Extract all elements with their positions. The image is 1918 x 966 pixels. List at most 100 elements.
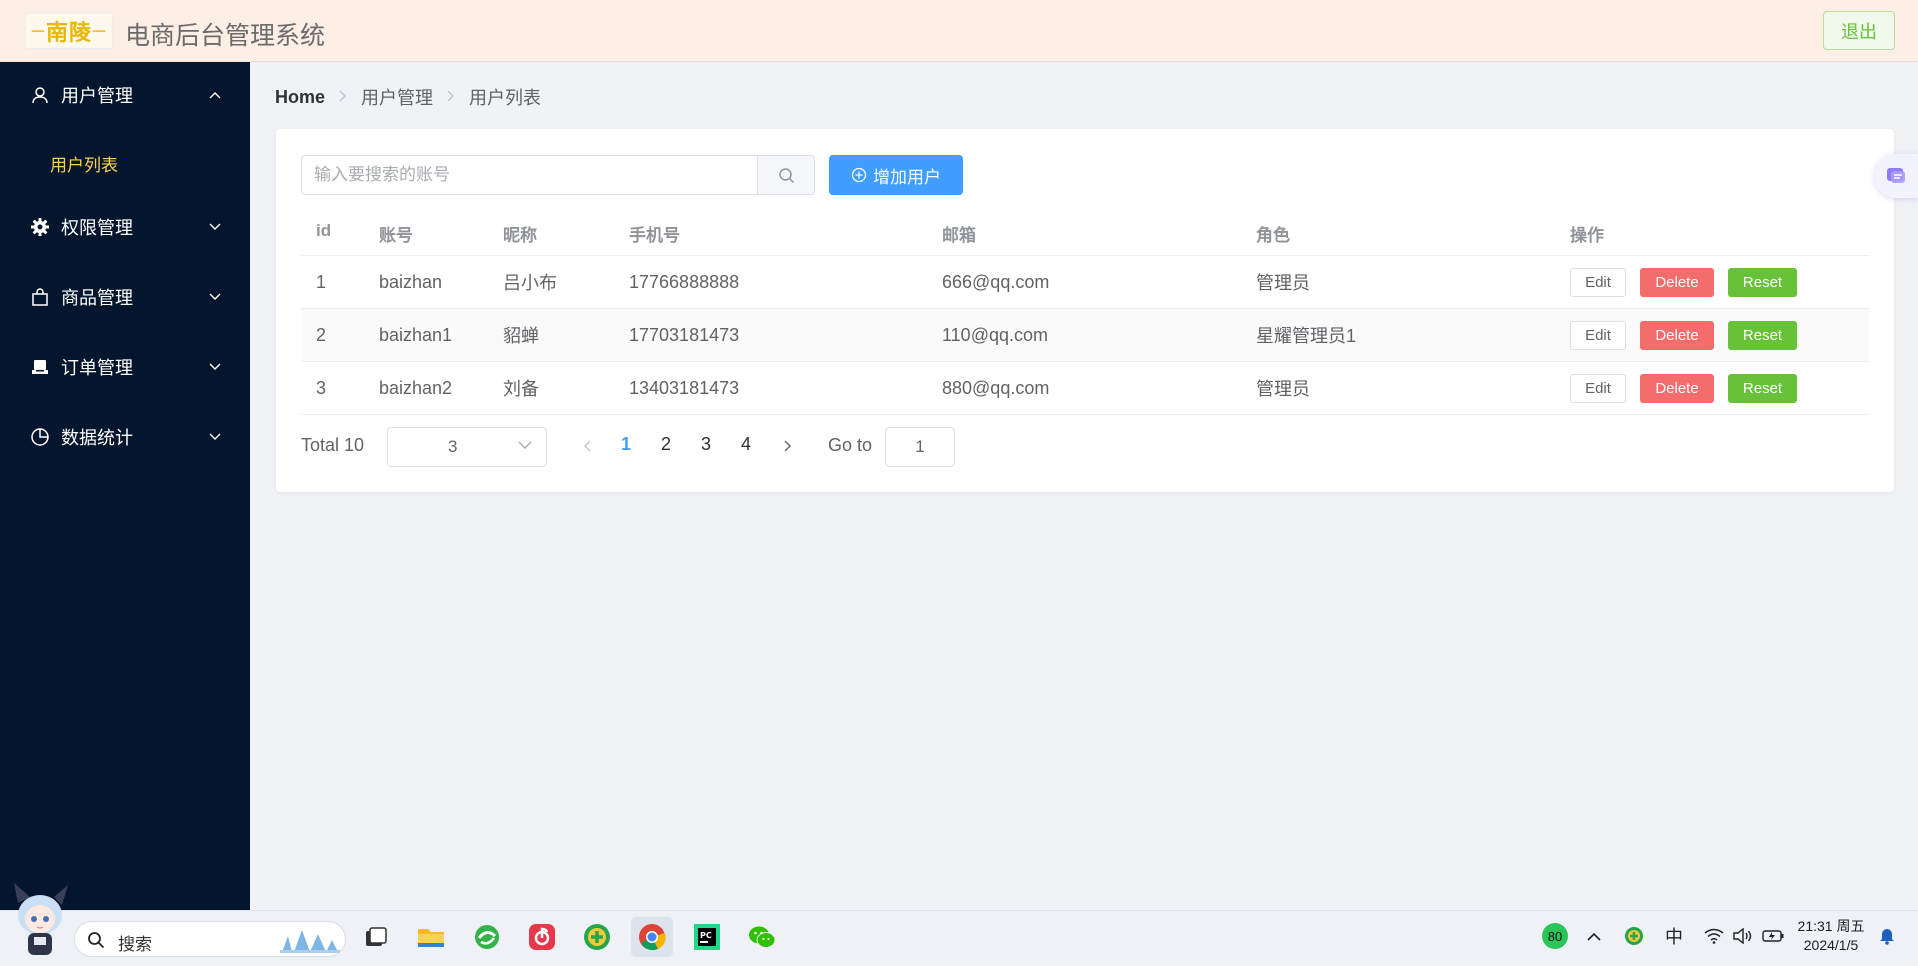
column-header-role: 角色 (1256, 226, 1290, 245)
goto-page-input[interactable] (885, 427, 955, 467)
cell-id: 3 (316, 377, 327, 398)
delete-button[interactable]: Delete (1640, 321, 1714, 350)
sidebar-menu-label: 订单管理 (61, 358, 133, 378)
column-header-nickname: 昵称 (503, 226, 537, 245)
show-hidden-icons-button[interactable] (1585, 921, 1603, 951)
breadcrumb-user-list: 用户列表 (469, 88, 542, 108)
table-divider (301, 414, 1869, 415)
order-icon (30, 357, 50, 377)
sidebar-menu-user-management[interactable]: 用户管理 (0, 62, 250, 128)
cell-email: 110@qq.com (942, 324, 1048, 345)
cell-id: 2 (316, 324, 327, 345)
cell-nickname: 刘备 (503, 379, 539, 399)
logo: — 南陵 — (25, 13, 113, 49)
browser-360-app-icon[interactable] (466, 917, 508, 957)
sidebar-menu-data-statistics[interactable]: 数据统计 (0, 404, 250, 470)
add-user-button[interactable]: 增加用户 (829, 155, 963, 195)
cell-account: baizhan (379, 271, 443, 292)
chevron-up-icon (1587, 932, 1601, 941)
page-4[interactable]: 4 (732, 434, 760, 455)
delete-button[interactable]: Delete (1640, 268, 1714, 297)
table-row: 3 baizhan2 刘备 13403181473 880@qq.com 管理员… (301, 362, 1869, 414)
search-icon (778, 167, 795, 184)
ime-indicator[interactable]: 中 (1662, 921, 1686, 951)
sidebar-item-user-list[interactable]: 用户列表 (0, 130, 250, 196)
cell-phone: 13403181473 (629, 377, 740, 398)
cell-phone: 17703181473 (629, 324, 740, 345)
breadcrumb: Home 用户管理 用户列表 (275, 84, 541, 110)
sidebar-item-label: 用户列表 (50, 155, 118, 175)
chat-icon (1884, 164, 1908, 188)
column-header-actions: 操作 (1570, 226, 1604, 245)
taskbar-search-box[interactable]: 搜索 (74, 921, 346, 957)
add-user-label: 增加用户 (873, 167, 941, 187)
sidebar-menu-label: 用户管理 (61, 86, 133, 106)
notification-bell-icon[interactable] (1876, 921, 1898, 951)
chevron-up-icon (209, 89, 221, 101)
chevron-down-icon (518, 441, 532, 450)
table-row: 2 baizhan1 貂蝉 17703181473 110@qq.com 星耀管… (301, 309, 1869, 361)
edit-button[interactable]: Edit (1570, 321, 1626, 350)
taskbar-clock[interactable]: 21:31 周五 2024/1/5 (1796, 917, 1866, 955)
delete-button[interactable]: Delete (1640, 374, 1714, 403)
page-3[interactable]: 3 (692, 434, 720, 455)
shopping-bag-icon (30, 287, 50, 307)
page-size-select[interactable]: 3 (387, 427, 547, 467)
sidebar: 用户管理 用户列表 权限管理 商品管理 订单管理 数据统计 (0, 62, 250, 910)
next-page-button[interactable] (780, 437, 796, 455)
battery-icon[interactable] (1760, 921, 1786, 951)
taskbar-search-label: 搜索 (118, 935, 152, 954)
mascot-sticker (10, 881, 70, 961)
cell-nickname: 貂蝉 (503, 326, 539, 346)
search-input[interactable] (301, 155, 759, 195)
cell-role: 管理员 (1256, 273, 1310, 293)
windows-taskbar: 搜索 PC 80 中 21:31 周五 2024/1/5 (0, 883, 1918, 960)
file-explorer-app-icon[interactable] (410, 917, 452, 957)
sidebar-menu-permission-management[interactable]: 权限管理 (0, 194, 250, 260)
search-button[interactable] (757, 155, 815, 195)
chevron-down-icon (209, 361, 221, 373)
sidebar-menu-product-management[interactable]: 商品管理 (0, 264, 250, 330)
clock-date: 2024/1/5 (1803, 937, 1859, 953)
page-size-value: 3 (448, 437, 458, 456)
reset-button[interactable]: Reset (1728, 374, 1797, 403)
breadcrumb-home[interactable]: Home (275, 87, 325, 108)
column-header-account: 账号 (379, 226, 413, 245)
plus-tray-icon[interactable] (1622, 921, 1646, 951)
chrome-app-icon[interactable] (631, 917, 673, 957)
page-2[interactable]: 2 (652, 434, 680, 455)
search-icon (87, 931, 105, 949)
pie-chart-icon (30, 427, 50, 447)
breadcrumb-separator-icon (339, 89, 347, 105)
column-header-phone: 手机号 (629, 226, 680, 245)
cell-phone: 17766888888 (629, 271, 740, 292)
pycharm-app-icon[interactable]: PC (686, 917, 728, 957)
reset-button[interactable]: Reset (1728, 321, 1797, 350)
cell-role: 管理员 (1256, 379, 1310, 399)
volume-icon[interactable] (1731, 921, 1755, 951)
prev-page-button[interactable] (579, 437, 595, 455)
edit-button[interactable]: Edit (1570, 268, 1626, 297)
netease-music-app-icon[interactable] (521, 917, 563, 957)
edit-button[interactable]: Edit (1570, 374, 1626, 403)
sidebar-menu-order-management[interactable]: 订单管理 (0, 334, 250, 400)
plus-app-icon[interactable] (576, 917, 618, 957)
security-badge[interactable]: 80 (1541, 921, 1569, 951)
floating-assistant-button[interactable] (1874, 154, 1918, 198)
wechat-app-icon[interactable] (741, 917, 783, 957)
sidebar-menu-label: 数据统计 (61, 428, 133, 448)
castle-icon (280, 926, 340, 959)
chevron-right-icon (784, 440, 791, 452)
chevron-down-icon (209, 291, 221, 303)
chevron-down-icon (209, 221, 221, 233)
cell-email: 880@qq.com (942, 377, 1050, 398)
reset-button[interactable]: Reset (1728, 268, 1797, 297)
logout-button[interactable]: 退出 (1823, 11, 1895, 50)
task-view-app-icon[interactable] (355, 917, 397, 957)
svg-text:PC: PC (700, 931, 712, 940)
wifi-icon[interactable] (1702, 921, 1726, 951)
page-1[interactable]: 1 (612, 434, 640, 455)
column-header-email: 邮箱 (942, 226, 976, 245)
gear-icon (30, 217, 50, 237)
plus-circle-icon (851, 167, 867, 183)
